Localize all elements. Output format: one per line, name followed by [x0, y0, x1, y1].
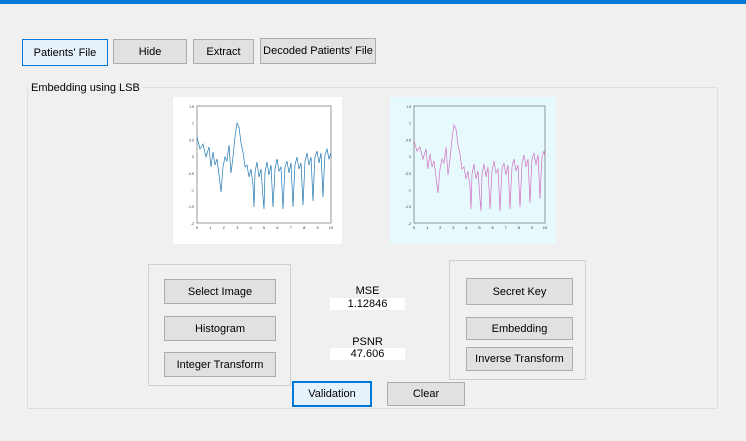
original-signal-plot: 1.5 1 0.5 0 -0.5 -1 -1.5 -2 0 1 2 3 4 5 … [173, 97, 342, 244]
select-image-button[interactable]: Select Image [164, 279, 276, 304]
mse-value: 1.12846 [330, 298, 405, 310]
y-tick-label: -1.5 [405, 205, 411, 209]
tab-extract[interactable]: Extract [193, 39, 254, 64]
tab-decoded-patients-file[interactable]: Decoded Patients' File [260, 38, 376, 64]
embedding-group-title: Embedding using LSB [28, 82, 143, 95]
y-tick-label: 0.5 [189, 138, 194, 142]
y-tick-label: -1 [408, 189, 411, 193]
y-tick-label: 1 [409, 122, 411, 126]
psnr-value: 47.606 [330, 348, 405, 360]
tab-patients-file[interactable]: Patients' File [22, 39, 108, 66]
secret-key-button[interactable]: Secret Key [466, 278, 573, 305]
embedding-group [27, 87, 718, 409]
clear-button[interactable]: Clear [387, 382, 465, 406]
validation-button[interactable]: Validation [292, 381, 372, 407]
x-tick-label: 10 [329, 225, 334, 230]
embedding-button[interactable]: Embedding [466, 317, 573, 340]
y-tick-label: 1.5 [406, 105, 411, 109]
mse-label: MSE [355, 285, 380, 297]
y-tick-label: -1.5 [188, 205, 194, 209]
y-tick-label: 0.5 [406, 138, 411, 142]
histogram-button[interactable]: Histogram [164, 316, 276, 341]
inverse-transform-button[interactable]: Inverse Transform [466, 347, 573, 371]
y-tick-label: 1.5 [189, 105, 194, 109]
y-tick-label: -0.5 [405, 172, 411, 176]
x-tick-label: 10 [543, 225, 548, 230]
y-tick-label: -0.5 [188, 172, 194, 176]
window-title-bar [0, 0, 746, 4]
stego-signal-plot: 1.5 1 0.5 0 -0.5 -1 -1.5 -2 0 1 2 3 4 5 … [390, 97, 556, 244]
tab-hide[interactable]: Hide [113, 39, 187, 64]
y-tick-label: -2 [191, 222, 194, 226]
y-tick-label: -2 [408, 222, 411, 226]
y-tick-label: 1 [192, 122, 194, 126]
y-tick-label: 0 [409, 155, 411, 159]
y-tick-label: -1 [191, 189, 194, 193]
integer-transform-button[interactable]: Integer Transform [164, 352, 276, 377]
y-tick-label: 0 [192, 155, 194, 159]
psnr-label: PSNR [352, 336, 383, 348]
